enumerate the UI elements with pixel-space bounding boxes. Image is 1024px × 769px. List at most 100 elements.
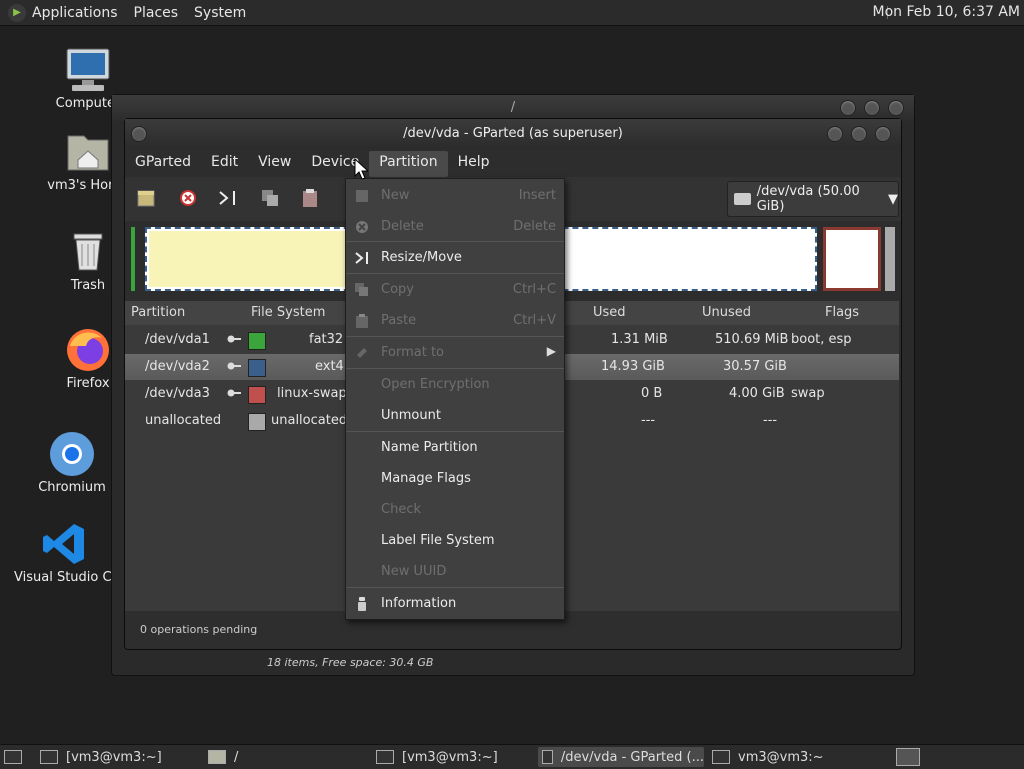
partition-name: /dev/vda3 [145, 386, 210, 401]
close-icon[interactable] [888, 100, 904, 116]
new-partition-icon[interactable] [135, 187, 157, 209]
column-unused[interactable]: Unused [702, 305, 751, 320]
menu-item-information[interactable]: Information [346, 589, 564, 619]
partition-name: /dev/vda2 [145, 359, 210, 374]
information-icon [358, 597, 366, 611]
taskbar-item-terminal-2[interactable]: [vm3@vm3:~] [372, 747, 532, 767]
delete-partition-icon[interactable] [177, 187, 199, 209]
dropdown-arrow-icon: ▼ [888, 191, 898, 207]
partition-block-vda3[interactable] [823, 227, 881, 291]
menu-item-delete[interactable]: Delete Delete [346, 212, 564, 242]
menu-separator [346, 368, 564, 369]
unused: 4.00 GiB [729, 386, 785, 401]
filesystem: fat32 [309, 332, 344, 347]
menu-item-format-to[interactable]: Format to ▶ [346, 338, 564, 368]
used: 1.31 MiB [611, 332, 668, 347]
desktop-icon-vscode[interactable]: Visual Studio Code [14, 520, 114, 585]
menu-places[interactable]: Places [134, 5, 179, 21]
menu-item-check[interactable]: Check [346, 495, 564, 525]
menu-edit[interactable]: Edit [201, 151, 248, 177]
menu-item-paste[interactable]: Paste Ctrl+V [346, 306, 564, 336]
menu-separator [346, 273, 564, 274]
menu-item-resize-move[interactable]: Resize/Move [346, 243, 564, 273]
column-partition[interactable]: Partition [131, 305, 185, 320]
partition-block-unallocated[interactable] [885, 227, 895, 291]
paste-icon [356, 314, 368, 328]
firefox-icon [64, 326, 112, 374]
home-folder-icon [64, 128, 112, 176]
menu-gparted[interactable]: GParted [125, 151, 201, 177]
menu-system[interactable]: System [194, 5, 246, 21]
scrollbar[interactable] [902, 226, 910, 646]
menu-item-new[interactable]: New Insert [346, 181, 564, 211]
column-flags[interactable]: Flags [825, 305, 859, 320]
maximize-icon[interactable] [851, 126, 867, 142]
workspace-icon [896, 748, 920, 766]
menubar: GParted Edit View Device Partition Help [125, 151, 901, 177]
menu-item-copy[interactable]: Copy Ctrl+C [346, 275, 564, 305]
top-panel: ▶ Applications Places System Mon Feb 10,… [0, 0, 1024, 26]
fs-color-swatch [248, 386, 266, 404]
taskbar-item-terminal-3[interactable]: vm3@vm3:~ [708, 747, 868, 767]
filesystem: linux-swap [277, 386, 347, 401]
menu-separator [346, 336, 564, 337]
unused: 30.57 GiB [723, 359, 787, 374]
gparted-icon [542, 750, 553, 764]
partition-block-vda1[interactable] [131, 227, 135, 291]
filesystem: unallocated [271, 413, 348, 428]
unused: 510.69 MiB [715, 332, 789, 347]
status-text: 18 items, Free space: 30.4 GB [267, 656, 434, 669]
device-label: /dev/vda (50.00 GiB) [756, 184, 860, 214]
minimize-icon[interactable] [827, 126, 843, 142]
submenu-arrow-icon: ▶ [546, 344, 556, 358]
menu-item-label-file-system[interactable]: Label File System [346, 526, 564, 556]
menu-view[interactable]: View [248, 151, 301, 177]
column-filesystem[interactable]: File System [251, 305, 325, 320]
minimize-icon[interactable] [840, 100, 856, 116]
menu-item-new-uuid[interactable]: New UUID [346, 557, 564, 587]
used: 0 B [641, 386, 663, 401]
operations-pending: 0 operations pending [140, 623, 258, 636]
key-icon [227, 335, 241, 343]
taskbar-item-terminal-1[interactable]: [vm3@vm3:~] [36, 747, 196, 767]
menu-item-open-encryption[interactable]: Open Encryption [346, 370, 564, 400]
fs-color-swatch [248, 359, 266, 377]
close-icon[interactable] [875, 126, 891, 142]
fs-color-swatch [248, 413, 266, 431]
show-desktop-icon[interactable] [2, 747, 24, 767]
drive-icon [734, 193, 751, 205]
partition-name: unallocated [145, 413, 222, 428]
clock[interactable]: Mon Feb 10, 6:37 AM [873, 4, 1020, 20]
menu-separator [346, 241, 564, 242]
flags: boot, esp [791, 332, 852, 347]
resize-move-icon [355, 252, 368, 264]
column-used[interactable]: Used [593, 305, 626, 320]
menu-item-manage-flags[interactable]: Manage Flags [346, 464, 564, 494]
terminal-icon [40, 750, 58, 764]
main-menu-logo-icon[interactable]: ▶ [8, 3, 26, 22]
maximize-icon[interactable] [864, 100, 880, 116]
terminal-icon [376, 750, 394, 764]
new-icon [356, 190, 368, 202]
terminal-icon [712, 750, 730, 764]
menu-item-unmount[interactable]: Unmount [346, 401, 564, 431]
menu-partition[interactable]: Partition [369, 151, 448, 177]
desktop-icon-chromium[interactable]: Chromium [22, 430, 122, 495]
folder-icon [208, 750, 226, 764]
unused: --- [763, 413, 778, 428]
paste-icon[interactable] [299, 187, 321, 209]
menu-separator [346, 431, 564, 432]
menu-applications[interactable]: Applications [32, 5, 118, 21]
copy-icon[interactable] [259, 187, 281, 209]
menu-help[interactable]: Help [448, 151, 500, 177]
taskbar-item-gparted[interactable]: /dev/vda - GParted (... [538, 747, 704, 767]
menu-item-name-partition[interactable]: Name Partition [346, 433, 564, 463]
chromium-icon [48, 430, 96, 478]
workspace-switcher[interactable] [896, 747, 922, 767]
window-menu-icon[interactable] [131, 126, 147, 142]
taskbar-item-file-manager[interactable]: / [204, 747, 364, 767]
desktop-icon-label: Chromium [38, 480, 106, 495]
device-selector[interactable]: /dev/vda (50.00 GiB) ▼ [727, 181, 899, 217]
resize-move-icon[interactable] [217, 187, 239, 209]
delete-icon [356, 221, 368, 233]
